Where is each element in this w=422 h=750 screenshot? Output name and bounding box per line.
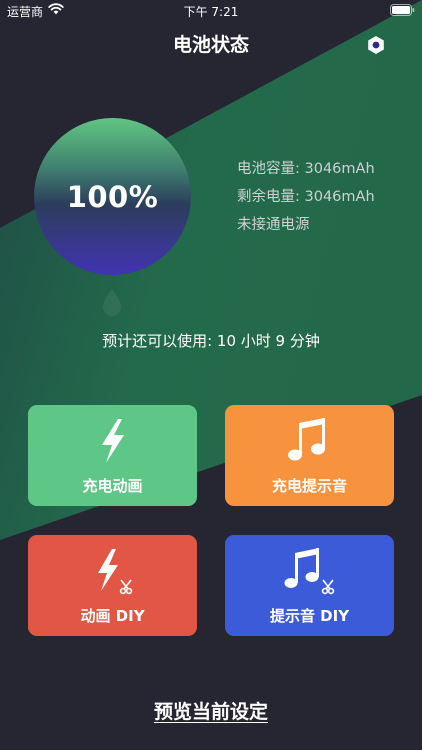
lightning-scissors-icon: [98, 549, 133, 595]
battery-level-circle: 100%: [34, 118, 191, 275]
tile-label: 充电动画: [82, 477, 143, 495]
background-diagonal-band: [0, 0, 422, 540]
status-bar: 运营商 下午 7:21: [0, 0, 422, 22]
page-title: 电池状态: [172, 34, 249, 56]
settings-button[interactable]: [362, 31, 390, 59]
music-note-icon: [288, 418, 325, 461]
status-time: 下午 7:21: [183, 5, 239, 19]
battery-capacity: 电池容量: 3046mAh: [237, 161, 375, 177]
power-status: 未接通电源: [237, 217, 310, 233]
battery-remaining: 剩余电量: 3046mAh: [237, 189, 375, 205]
tile-label: 动画 DIY: [80, 607, 145, 625]
droplet-icon: [103, 289, 121, 316]
battery-icon: [390, 4, 415, 16]
battery-percentage: 100%: [66, 179, 159, 214]
estimated-usage-time: 预计还可以使用: 10 小时 9 分钟: [102, 332, 320, 350]
battery-info: 电池容量: 3046mAh 剩余电量: 3046mAh 未接通电源: [237, 158, 375, 242]
charging-animation-button[interactable]: 充电动画: [28, 405, 197, 506]
lightning-icon: [102, 419, 124, 463]
sound-diy-button[interactable]: 提示音 DIY: [225, 535, 394, 636]
charging-sound-button[interactable]: 充电提示音: [225, 405, 394, 506]
music-note-scissors-icon: [284, 548, 335, 595]
tile-label: 提示音 DIY: [269, 607, 350, 625]
hexagon-gear-icon: [368, 36, 384, 54]
preview-settings-container: 预览当前设定: [0, 697, 422, 724]
preview-current-settings-link[interactable]: 预览当前设定: [154, 701, 268, 723]
tile-label: 充电提示音: [271, 477, 347, 495]
animation-diy-button[interactable]: 动画 DIY: [28, 535, 197, 636]
